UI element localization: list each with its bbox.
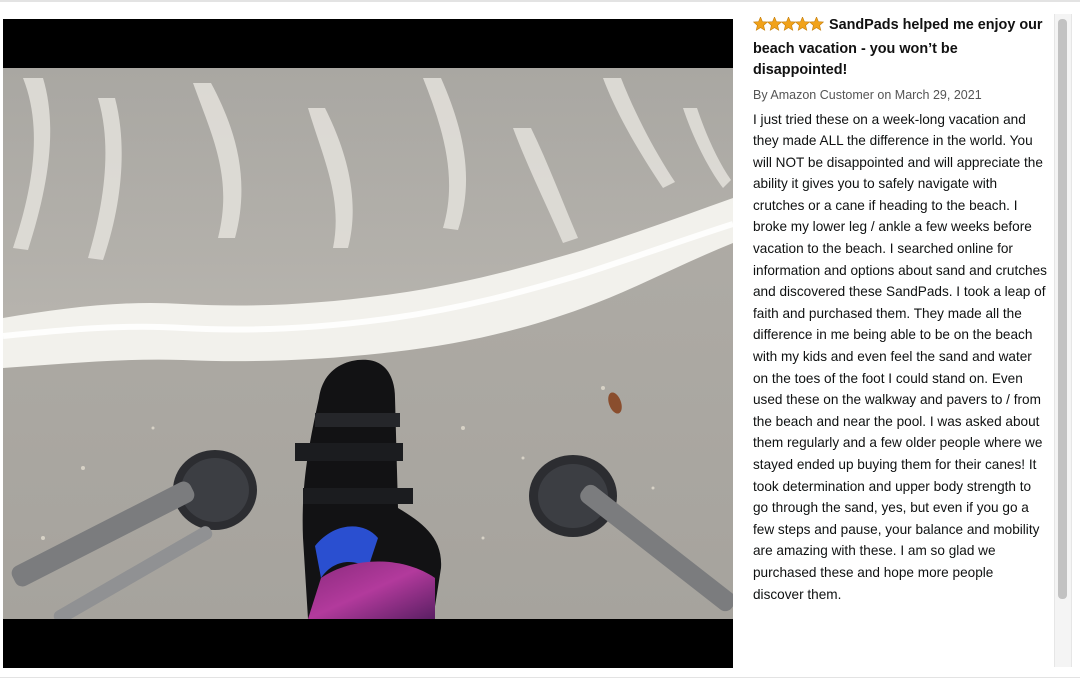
star-icon <box>781 17 796 31</box>
star-icon <box>809 17 824 31</box>
review-author[interactable]: Amazon Customer <box>770 88 874 102</box>
review-photo-viewer[interactable] <box>3 19 733 668</box>
author-prefix: By <box>753 87 768 102</box>
review-scrollbar[interactable] <box>1054 14 1072 667</box>
review-date: March 29, 2021 <box>894 87 982 102</box>
top-divider <box>0 0 1080 2</box>
letterbox-top <box>3 19 733 68</box>
star-icon <box>753 17 768 31</box>
review-panel: SandPads helped me enjoy our beach vacat… <box>753 15 1047 605</box>
star-icon <box>767 17 782 31</box>
date-prefix: on <box>877 87 892 102</box>
review-body: I just tried these on a week-long vacati… <box>753 111 1047 602</box>
review-headline: SandPads helped me enjoy our beach vacat… <box>753 15 1047 82</box>
star-rating <box>753 17 824 39</box>
review-photo <box>3 68 733 619</box>
star-icon <box>795 17 810 31</box>
scrollbar-thumb[interactable] <box>1058 19 1067 599</box>
review-byline: By Amazon Customer on March 29, 2021 <box>753 87 1047 103</box>
letterbox-bottom <box>3 619 733 668</box>
